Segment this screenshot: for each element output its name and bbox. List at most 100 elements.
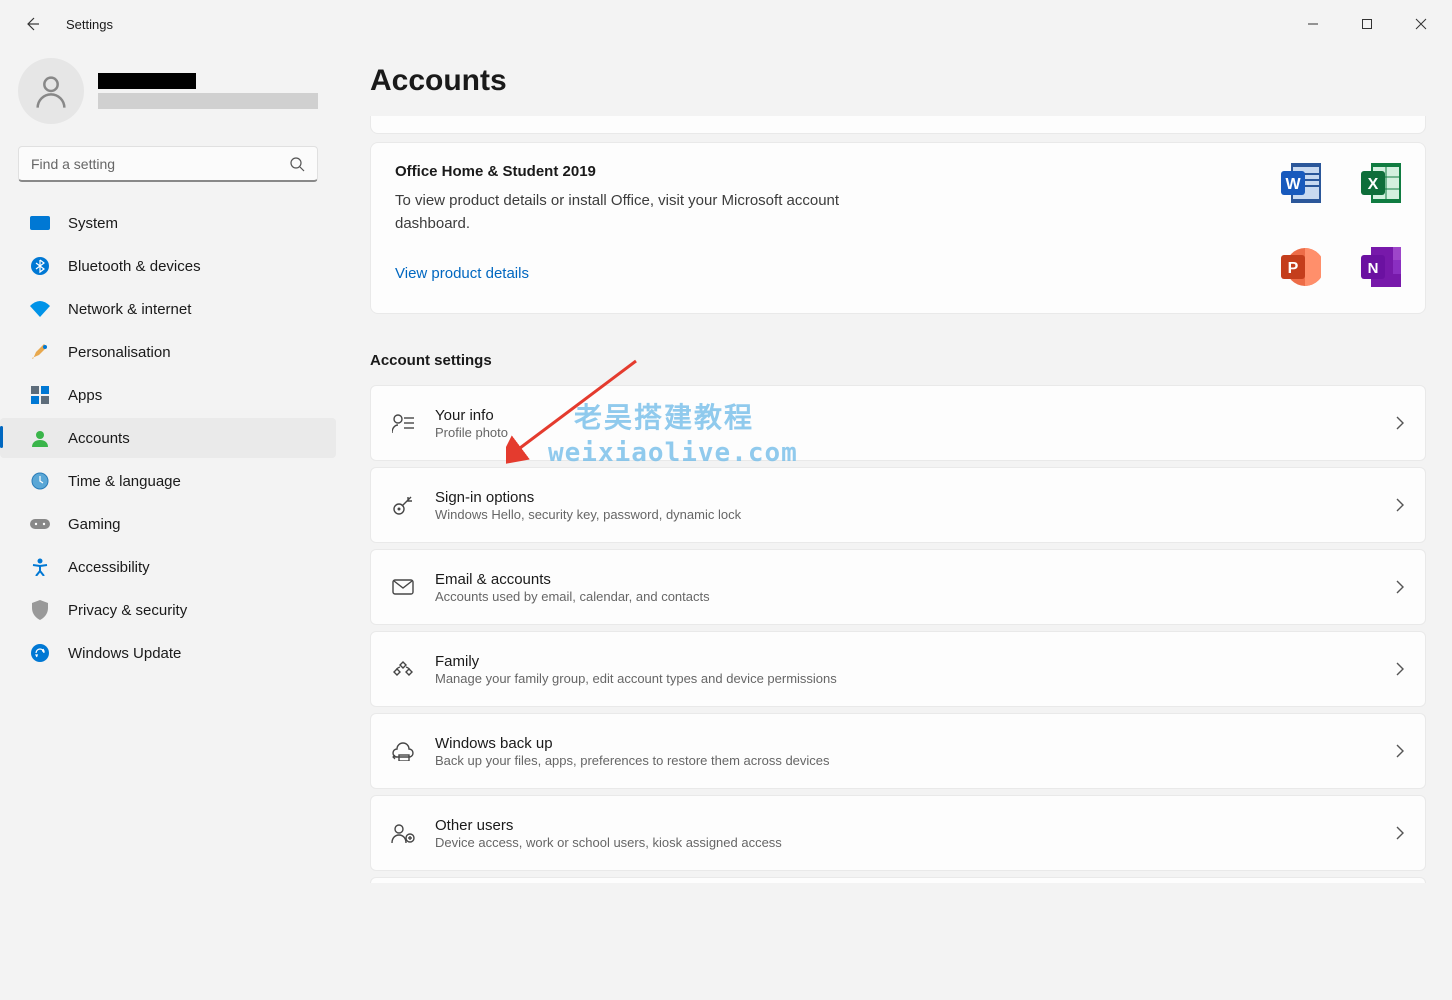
office-card: Office Home & Student 2019 To view produ…: [370, 142, 1426, 314]
row-sub: Back up your files, apps, preferences to…: [435, 753, 1395, 768]
bluetooth-icon: [30, 256, 50, 276]
row-other-users[interactable]: Other usersDevice access, work or school…: [370, 795, 1426, 871]
office-heading: Office Home & Student 2019: [395, 163, 895, 180]
svg-text:W: W: [1285, 176, 1301, 193]
sidebar-item-label: Gaming: [68, 516, 121, 533]
sidebar-item-label: Personalisation: [68, 344, 171, 361]
svg-text:P: P: [1288, 260, 1299, 277]
row-your-info[interactable]: Your infoProfile photo: [370, 385, 1426, 461]
chevron-right-icon: [1395, 744, 1405, 758]
update-icon: [30, 643, 50, 663]
row-email-accounts[interactable]: Email & accountsAccounts used by email, …: [370, 549, 1426, 625]
word-icon: W: [1281, 163, 1321, 203]
maximize-button[interactable]: [1344, 8, 1390, 40]
wifi-icon: [30, 299, 50, 319]
nav-list: System Bluetooth & devices Network & int…: [0, 200, 336, 676]
office-description: To view product details or install Offic…: [395, 190, 895, 235]
previous-card-stub: [370, 116, 1426, 134]
svg-text:X: X: [1368, 176, 1379, 193]
sidebar-item-personalisation[interactable]: Personalisation: [0, 332, 336, 372]
sidebar-item-privacy[interactable]: Privacy & security: [0, 590, 336, 630]
sidebar-item-apps[interactable]: Apps: [0, 375, 336, 415]
office-app-icons: W X P N: [1281, 163, 1401, 287]
gamepad-icon: [30, 514, 50, 534]
row-sub: Device access, work or school users, kio…: [435, 835, 1395, 850]
chevron-right-icon: [1395, 580, 1405, 594]
row-title: Email & accounts: [435, 571, 1395, 588]
maximize-icon: [1361, 18, 1373, 30]
window-title: Settings: [66, 17, 113, 32]
onenote-icon: N: [1361, 247, 1401, 287]
sidebar-item-network[interactable]: Network & internet: [0, 289, 336, 329]
page-title: Accounts: [370, 64, 1426, 98]
row-title: Other users: [435, 817, 1395, 834]
row-signin-options[interactable]: Sign-in optionsWindows Hello, security k…: [370, 467, 1426, 543]
brush-icon: [30, 342, 50, 362]
clock-icon: [30, 471, 50, 491]
sidebar-item-label: Accounts: [68, 430, 130, 447]
sidebar-item-label: Time & language: [68, 473, 181, 490]
sidebar-item-accounts[interactable]: Accounts: [0, 418, 336, 458]
titlebar: Settings: [0, 0, 1452, 48]
shield-icon: [30, 600, 50, 620]
back-arrow-icon: [24, 16, 40, 32]
row-sub: Manage your family group, edit account t…: [435, 671, 1395, 686]
profile-block[interactable]: [0, 58, 336, 138]
search-input[interactable]: [31, 156, 289, 172]
row-title: Family: [435, 653, 1395, 670]
row-family[interactable]: FamilyManage your family group, edit acc…: [370, 631, 1426, 707]
chevron-right-icon: [1395, 826, 1405, 840]
row-title: Your info: [435, 407, 1395, 424]
user-name-redacted: [98, 73, 196, 89]
sidebar-item-gaming[interactable]: Gaming: [0, 504, 336, 544]
chevron-right-icon: [1395, 498, 1405, 512]
powerpoint-icon: P: [1281, 247, 1321, 287]
close-button[interactable]: [1398, 8, 1444, 40]
sidebar-item-label: Bluetooth & devices: [68, 258, 201, 275]
user-email-redacted: [98, 93, 318, 109]
excel-icon: X: [1361, 163, 1401, 203]
sidebar-item-label: System: [68, 215, 118, 232]
apps-icon: [30, 385, 50, 405]
person-icon: [31, 71, 71, 111]
sidebar-item-time[interactable]: Time & language: [0, 461, 336, 501]
your-info-icon: [391, 411, 415, 435]
sidebar-item-label: Accessibility: [68, 559, 150, 576]
close-icon: [1415, 18, 1427, 30]
sidebar-item-bluetooth[interactable]: Bluetooth & devices: [0, 246, 336, 286]
search-icon: [289, 156, 305, 172]
main-content: Accounts Office Home & Student 2019 To v…: [336, 48, 1452, 1000]
accounts-icon: [30, 428, 50, 448]
view-product-details-link[interactable]: View product details: [395, 265, 529, 282]
sidebar: System Bluetooth & devices Network & int…: [0, 48, 336, 1000]
family-icon: [391, 657, 415, 681]
sidebar-item-accessibility[interactable]: Accessibility: [0, 547, 336, 587]
minimize-icon: [1307, 18, 1319, 30]
chevron-right-icon: [1395, 416, 1405, 430]
row-windows-backup[interactable]: Windows back upBack up your files, apps,…: [370, 713, 1426, 789]
next-card-stub: [370, 877, 1426, 883]
sidebar-item-label: Apps: [68, 387, 102, 404]
accessibility-icon: [30, 557, 50, 577]
back-button[interactable]: [16, 8, 48, 40]
account-settings-label: Account settings: [370, 352, 1426, 369]
other-users-icon: [391, 821, 415, 845]
row-sub: Accounts used by email, calendar, and co…: [435, 589, 1395, 604]
display-icon: [30, 213, 50, 233]
sidebar-item-update[interactable]: Windows Update: [0, 633, 336, 673]
search-box[interactable]: [18, 146, 318, 182]
row-title: Sign-in options: [435, 489, 1395, 506]
key-icon: [391, 493, 415, 517]
sidebar-item-system[interactable]: System: [0, 203, 336, 243]
row-sub: Windows Hello, security key, password, d…: [435, 507, 1395, 522]
sidebar-item-label: Privacy & security: [68, 602, 187, 619]
svg-text:N: N: [1368, 260, 1379, 277]
row-sub: Profile photo: [435, 425, 1395, 440]
sidebar-item-label: Windows Update: [68, 645, 181, 662]
avatar: [18, 58, 84, 124]
backup-icon: [391, 739, 415, 763]
sidebar-item-label: Network & internet: [68, 301, 191, 318]
chevron-right-icon: [1395, 662, 1405, 676]
row-title: Windows back up: [435, 735, 1395, 752]
minimize-button[interactable]: [1290, 8, 1336, 40]
